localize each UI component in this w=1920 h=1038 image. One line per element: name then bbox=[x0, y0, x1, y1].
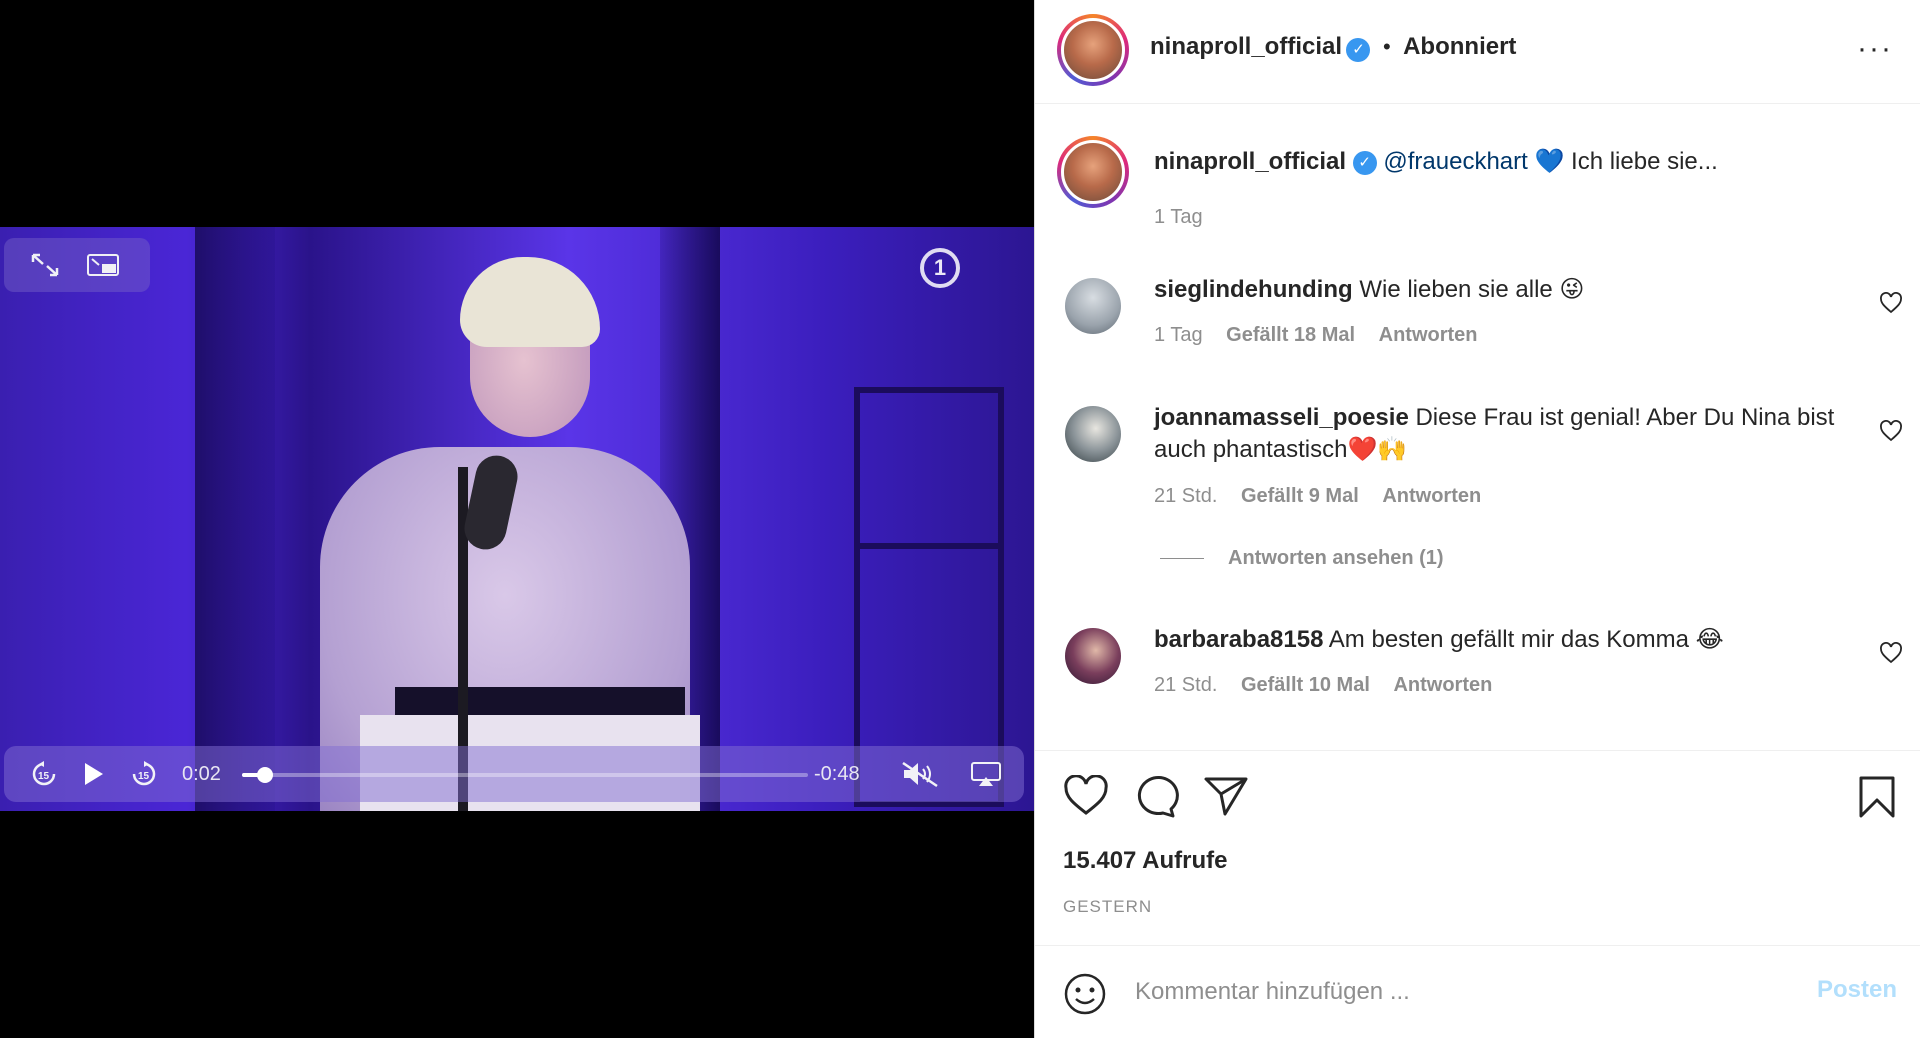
caption-mention[interactable]: @fraueckhart bbox=[1383, 148, 1527, 175]
share-icon[interactable] bbox=[1203, 775, 1249, 822]
performer-belt bbox=[395, 687, 685, 715]
post-date[interactable]: GESTERN bbox=[1063, 897, 1152, 917]
comment-time[interactable]: 21 Std. bbox=[1154, 485, 1217, 507]
post-actions: 15.407 Aufrufe GESTERN bbox=[1035, 750, 1920, 945]
like-comment-heart-icon[interactable] bbox=[1879, 292, 1903, 320]
avatar[interactable] bbox=[1057, 14, 1129, 86]
more-options-icon[interactable]: ··· bbox=[1857, 32, 1893, 66]
comment-time[interactable]: 1 Tag bbox=[1154, 324, 1203, 346]
reply-button[interactable]: Antworten bbox=[1379, 324, 1478, 346]
seek-bar[interactable] bbox=[242, 767, 808, 783]
comment-list: ninaproll_official ✓ @fraueckhart 💙 Ich … bbox=[1035, 104, 1920, 750]
post-button[interactable]: Posten bbox=[1817, 976, 1897, 1004]
comment-body: Wie lieben sie alle 😜 bbox=[1359, 276, 1585, 303]
skip-back-15-icon[interactable]: 15 bbox=[30, 760, 58, 795]
emoji-icon[interactable] bbox=[1063, 972, 1107, 1021]
stage-curtain bbox=[195, 227, 275, 811]
verified-badge-icon: ✓ bbox=[1346, 37, 1371, 62]
post-header: ninaproll_official ✓ • Abonniert ··· bbox=[1035, 0, 1920, 104]
caption-meta: 1 Tag bbox=[1154, 206, 1221, 229]
avatar[interactable] bbox=[1057, 136, 1129, 208]
comment-username[interactable]: joannamasseli_poesie bbox=[1154, 404, 1409, 431]
reply-button[interactable]: Antworten bbox=[1382, 485, 1481, 507]
bookmark-icon[interactable] bbox=[1857, 775, 1897, 824]
comment-text: sieglindehunding Wie lieben sie alle 😜 bbox=[1154, 274, 1854, 306]
svg-text:15: 15 bbox=[38, 771, 50, 782]
view-replies-button[interactable]: Antworten ansehen (1) bbox=[1160, 547, 1444, 570]
separator-dot: • bbox=[1382, 34, 1391, 59]
video-player[interactable] bbox=[0, 227, 1034, 811]
video-top-controls bbox=[4, 238, 150, 292]
view-replies-divider bbox=[1160, 558, 1204, 560]
elapsed-time: 0:02 bbox=[182, 763, 221, 785]
like-comment-heart-icon[interactable] bbox=[1879, 420, 1903, 448]
skip-forward-15-icon[interactable]: 15 bbox=[130, 760, 158, 795]
header-username[interactable]: ninaproll_official bbox=[1150, 33, 1342, 60]
comment-time[interactable]: 21 Std. bbox=[1154, 674, 1217, 696]
play-icon[interactable] bbox=[82, 760, 106, 795]
comment-text: barbaraba8158 Am besten gefällt mir das … bbox=[1154, 624, 1854, 656]
avatar[interactable] bbox=[1065, 406, 1121, 462]
caption-emoji: 💙 bbox=[1534, 148, 1565, 175]
view-replies-label[interactable]: Antworten ansehen (1) bbox=[1228, 547, 1444, 569]
comment-text: joannamasseli_poesie Diese Frau ist geni… bbox=[1154, 402, 1854, 466]
airplay-icon[interactable] bbox=[970, 760, 1002, 795]
comment-meta: 21 Std. Gefällt 10 Mal Antworten bbox=[1154, 674, 1510, 697]
performer-hair bbox=[460, 257, 600, 347]
caption-time[interactable]: 1 Tag bbox=[1154, 206, 1203, 228]
video-control-bar: 15 15 0:02 -0:48 bbox=[4, 746, 1024, 802]
follow-status[interactable]: Abonniert bbox=[1403, 33, 1516, 60]
comment-body: Am besten gefällt mir das Komma 😂 bbox=[1328, 626, 1724, 653]
fullscreen-icon[interactable] bbox=[30, 252, 60, 284]
comment-icon[interactable] bbox=[1133, 775, 1179, 824]
view-count[interactable]: 15.407 Aufrufe bbox=[1063, 847, 1228, 875]
caption-body: Ich liebe sie... bbox=[1571, 148, 1718, 175]
post-sidebar: ninaproll_official ✓ • Abonniert ··· nin… bbox=[1034, 0, 1920, 1038]
channel-logo: 1 bbox=[920, 248, 960, 288]
stage-window bbox=[854, 387, 1004, 807]
mute-icon[interactable] bbox=[900, 760, 940, 795]
comment-likes[interactable]: Gefällt 10 Mal bbox=[1241, 674, 1370, 696]
header-user-line: ninaproll_official ✓ • Abonniert bbox=[1150, 33, 1516, 62]
comment-username[interactable]: sieglindehunding bbox=[1154, 276, 1353, 303]
caption-username[interactable]: ninaproll_official bbox=[1154, 148, 1346, 175]
like-heart-icon[interactable] bbox=[1063, 774, 1109, 822]
like-comment-heart-icon[interactable] bbox=[1879, 642, 1903, 670]
verified-badge-icon: ✓ bbox=[1352, 150, 1377, 175]
comment-input[interactable] bbox=[1135, 972, 1735, 1012]
comment-likes[interactable]: Gefällt 18 Mal bbox=[1226, 324, 1355, 346]
media-panel: 1 15 15 0:02 -0:48 bbox=[0, 0, 1034, 1038]
svg-text:15: 15 bbox=[138, 771, 150, 782]
comment-username[interactable]: barbaraba8158 bbox=[1154, 626, 1323, 653]
seek-bar-knob[interactable] bbox=[256, 767, 273, 783]
add-comment-bar: Posten bbox=[1035, 945, 1920, 1038]
comment-meta: 21 Std. Gefällt 9 Mal Antworten bbox=[1154, 485, 1499, 508]
comment-meta: 1 Tag Gefällt 18 Mal Antworten bbox=[1154, 324, 1496, 347]
remaining-time: -0:48 bbox=[814, 763, 860, 785]
avatar[interactable] bbox=[1065, 628, 1121, 684]
comment-likes[interactable]: Gefällt 9 Mal bbox=[1241, 485, 1359, 507]
avatar[interactable] bbox=[1065, 278, 1121, 334]
caption-text: ninaproll_official ✓ @fraueckhart 💙 Ich … bbox=[1154, 146, 1854, 178]
reply-button[interactable]: Antworten bbox=[1393, 674, 1492, 696]
picture-in-picture-icon[interactable] bbox=[86, 252, 120, 284]
